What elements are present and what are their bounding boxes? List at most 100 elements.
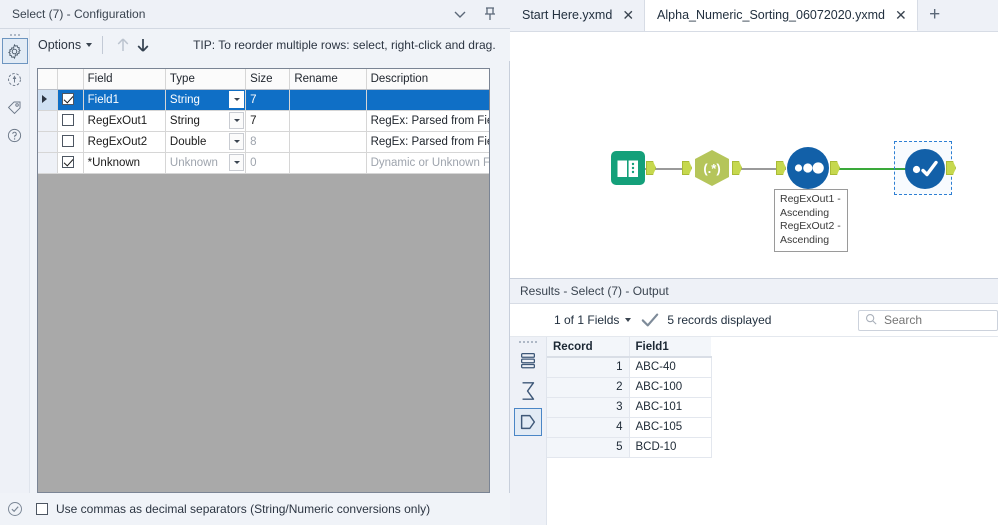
cell-field1[interactable]: ABC-101 — [629, 397, 712, 418]
col-header-record[interactable]: Record — [547, 337, 630, 358]
row-checkbox[interactable] — [61, 114, 74, 127]
decimal-separator-checkbox[interactable] — [36, 503, 48, 515]
type-dropdown-button[interactable] — [229, 153, 245, 171]
cell-type[interactable]: String — [165, 89, 247, 111]
input-anchor-regex[interactable] — [682, 161, 692, 175]
move-up-button[interactable] — [113, 35, 133, 55]
cell-description: Dynamic or Unknown Fields — [366, 152, 489, 174]
table-row[interactable]: RegExOut2Double8 RegEx: Parsed from Field… — [38, 131, 489, 153]
row-checkbox[interactable] — [61, 135, 74, 148]
row-select-cell[interactable] — [57, 131, 84, 153]
results-toolbar: 1 of 1 Fields 5 records displayed — [510, 304, 998, 337]
table-row[interactable]: *UnknownUnknown0 Dynamic or Unknown Field… — [38, 152, 489, 174]
col-header-field1[interactable]: Field1 — [629, 337, 711, 358]
configuration-titlebar: Select (7) - Configuration — [0, 0, 510, 29]
tab-start-here[interactable]: Start Here.yxmd ✕ — [510, 0, 646, 31]
output-anchor-input-data[interactable] — [646, 161, 656, 175]
cell-field[interactable]: *Unknown — [83, 152, 166, 174]
cell-description: RegEx: Parsed from Field1 — [366, 131, 489, 153]
tab-label: Alpha_Numeric_Sorting_06072020.yxmd — [657, 7, 885, 22]
table-row[interactable]: Field1 String 7 — [38, 89, 489, 111]
results-rail-output[interactable] — [514, 408, 542, 436]
rail-item-annotation[interactable] — [2, 66, 28, 92]
table-row[interactable]: RegExOut1String7 RegEx: Parsed from Field… — [38, 110, 489, 132]
cell-rename[interactable] — [289, 131, 367, 153]
col-header-select — [57, 69, 84, 90]
workflow-canvas[interactable]: (.*) RegExOut1 - Ascending RegExOut2 - A… — [510, 32, 998, 278]
pin-icon[interactable] — [482, 6, 498, 22]
workflow-node-input-data[interactable] — [610, 150, 646, 189]
chevron-down-icon[interactable] — [452, 6, 468, 22]
results-title: Results - Select (7) - Output — [510, 279, 998, 304]
cell-size[interactable]: 7 — [245, 89, 291, 111]
toolbar-divider — [102, 36, 104, 54]
col-header-field[interactable]: Field — [83, 69, 166, 90]
workflow-node-sort[interactable] — [786, 146, 830, 193]
workflow-node-regex[interactable]: (.*) — [692, 149, 732, 190]
cell-type[interactable]: Unknown — [165, 152, 247, 174]
tab-alpha-numeric-sorting[interactable]: Alpha_Numeric_Sorting_06072020.yxmd ✕ — [645, 0, 918, 31]
cell-rename[interactable] — [289, 89, 367, 111]
table-row[interactable]: 5 BCD-10 — [547, 437, 712, 458]
tab-close-icon[interactable]: ✕ — [622, 8, 634, 22]
col-header-type[interactable]: Type — [165, 69, 247, 90]
type-dropdown-button[interactable] — [229, 90, 245, 108]
table-row[interactable]: 1 ABC-40 — [547, 357, 712, 378]
cell-field[interactable]: RegExOut1 — [83, 110, 166, 132]
results-rail-grip[interactable] — [510, 337, 546, 343]
row-select-cell[interactable] — [57, 152, 84, 174]
results-rail — [510, 337, 547, 525]
row-select-cell[interactable] — [57, 110, 84, 132]
row-marker — [38, 110, 58, 132]
table-row[interactable]: 4 ABC-105 — [547, 417, 712, 438]
row-checkbox[interactable] — [61, 156, 74, 169]
cell-field1[interactable]: BCD-10 — [629, 437, 712, 458]
row-select-cell[interactable] — [57, 89, 84, 111]
decimal-separator-label: Use commas as decimal separators (String… — [56, 502, 431, 516]
move-down-button[interactable] — [133, 35, 153, 55]
workflow-node-select[interactable] — [904, 148, 946, 193]
options-button[interactable]: Options — [38, 38, 93, 52]
cell-field1[interactable]: ABC-40 — [629, 357, 712, 378]
cell-type[interactable]: Double — [165, 131, 247, 153]
results-rail-metadata[interactable] — [514, 377, 542, 405]
cell-size[interactable]: 7 — [245, 110, 291, 132]
input-anchor-sort[interactable] — [776, 161, 786, 175]
chevron-down-icon — [625, 318, 632, 322]
col-header-size[interactable]: Size — [245, 69, 291, 90]
output-anchor-regex[interactable] — [732, 161, 742, 175]
output-anchor-sort[interactable] — [830, 161, 840, 175]
row-marker — [38, 131, 58, 153]
book-icon — [617, 159, 638, 178]
cell-rename[interactable] — [289, 152, 367, 174]
rail-item-tag[interactable] — [2, 94, 28, 120]
fields-selector[interactable]: 1 of 1 Fields — [554, 313, 632, 327]
table-row[interactable]: 3 ABC-101 — [547, 397, 712, 418]
type-dropdown-button[interactable] — [229, 132, 245, 150]
cell-type[interactable]: String — [165, 110, 247, 132]
search-box[interactable] — [858, 309, 998, 331]
col-header-description[interactable]: Description — [366, 69, 489, 90]
cell-description: RegEx: Parsed from Field1 — [366, 110, 489, 132]
table-row[interactable]: 2 ABC-100 — [547, 377, 712, 398]
output-anchor-select[interactable] — [946, 161, 956, 175]
cell-size[interactable]: 0 — [245, 152, 291, 174]
cell-rename[interactable] — [289, 110, 367, 132]
rail-item-gear[interactable] — [1, 38, 28, 64]
rail-item-help[interactable] — [2, 122, 28, 148]
new-tab-button[interactable]: + — [918, 0, 952, 31]
row-checkbox[interactable] — [61, 93, 74, 106]
search-input[interactable] — [882, 312, 982, 328]
tab-close-icon[interactable]: ✕ — [895, 8, 907, 22]
record-count-label: 5 records displayed — [667, 313, 772, 327]
node-annotation[interactable]: RegExOut1 - Ascending RegExOut2 - Ascend… — [774, 189, 848, 252]
cell-field1[interactable]: ABC-105 — [629, 417, 712, 438]
cell-size[interactable]: 8 — [245, 131, 291, 153]
cell-field[interactable]: RegExOut2 — [83, 131, 166, 153]
results-rail-table-view[interactable] — [514, 346, 542, 374]
col-header-rename[interactable]: Rename — [289, 69, 367, 90]
cell-field[interactable]: Field1 — [83, 89, 166, 111]
type-dropdown-button[interactable] — [229, 111, 245, 129]
cell-field1[interactable]: ABC-100 — [629, 377, 712, 398]
rail-grip[interactable] — [0, 29, 29, 36]
